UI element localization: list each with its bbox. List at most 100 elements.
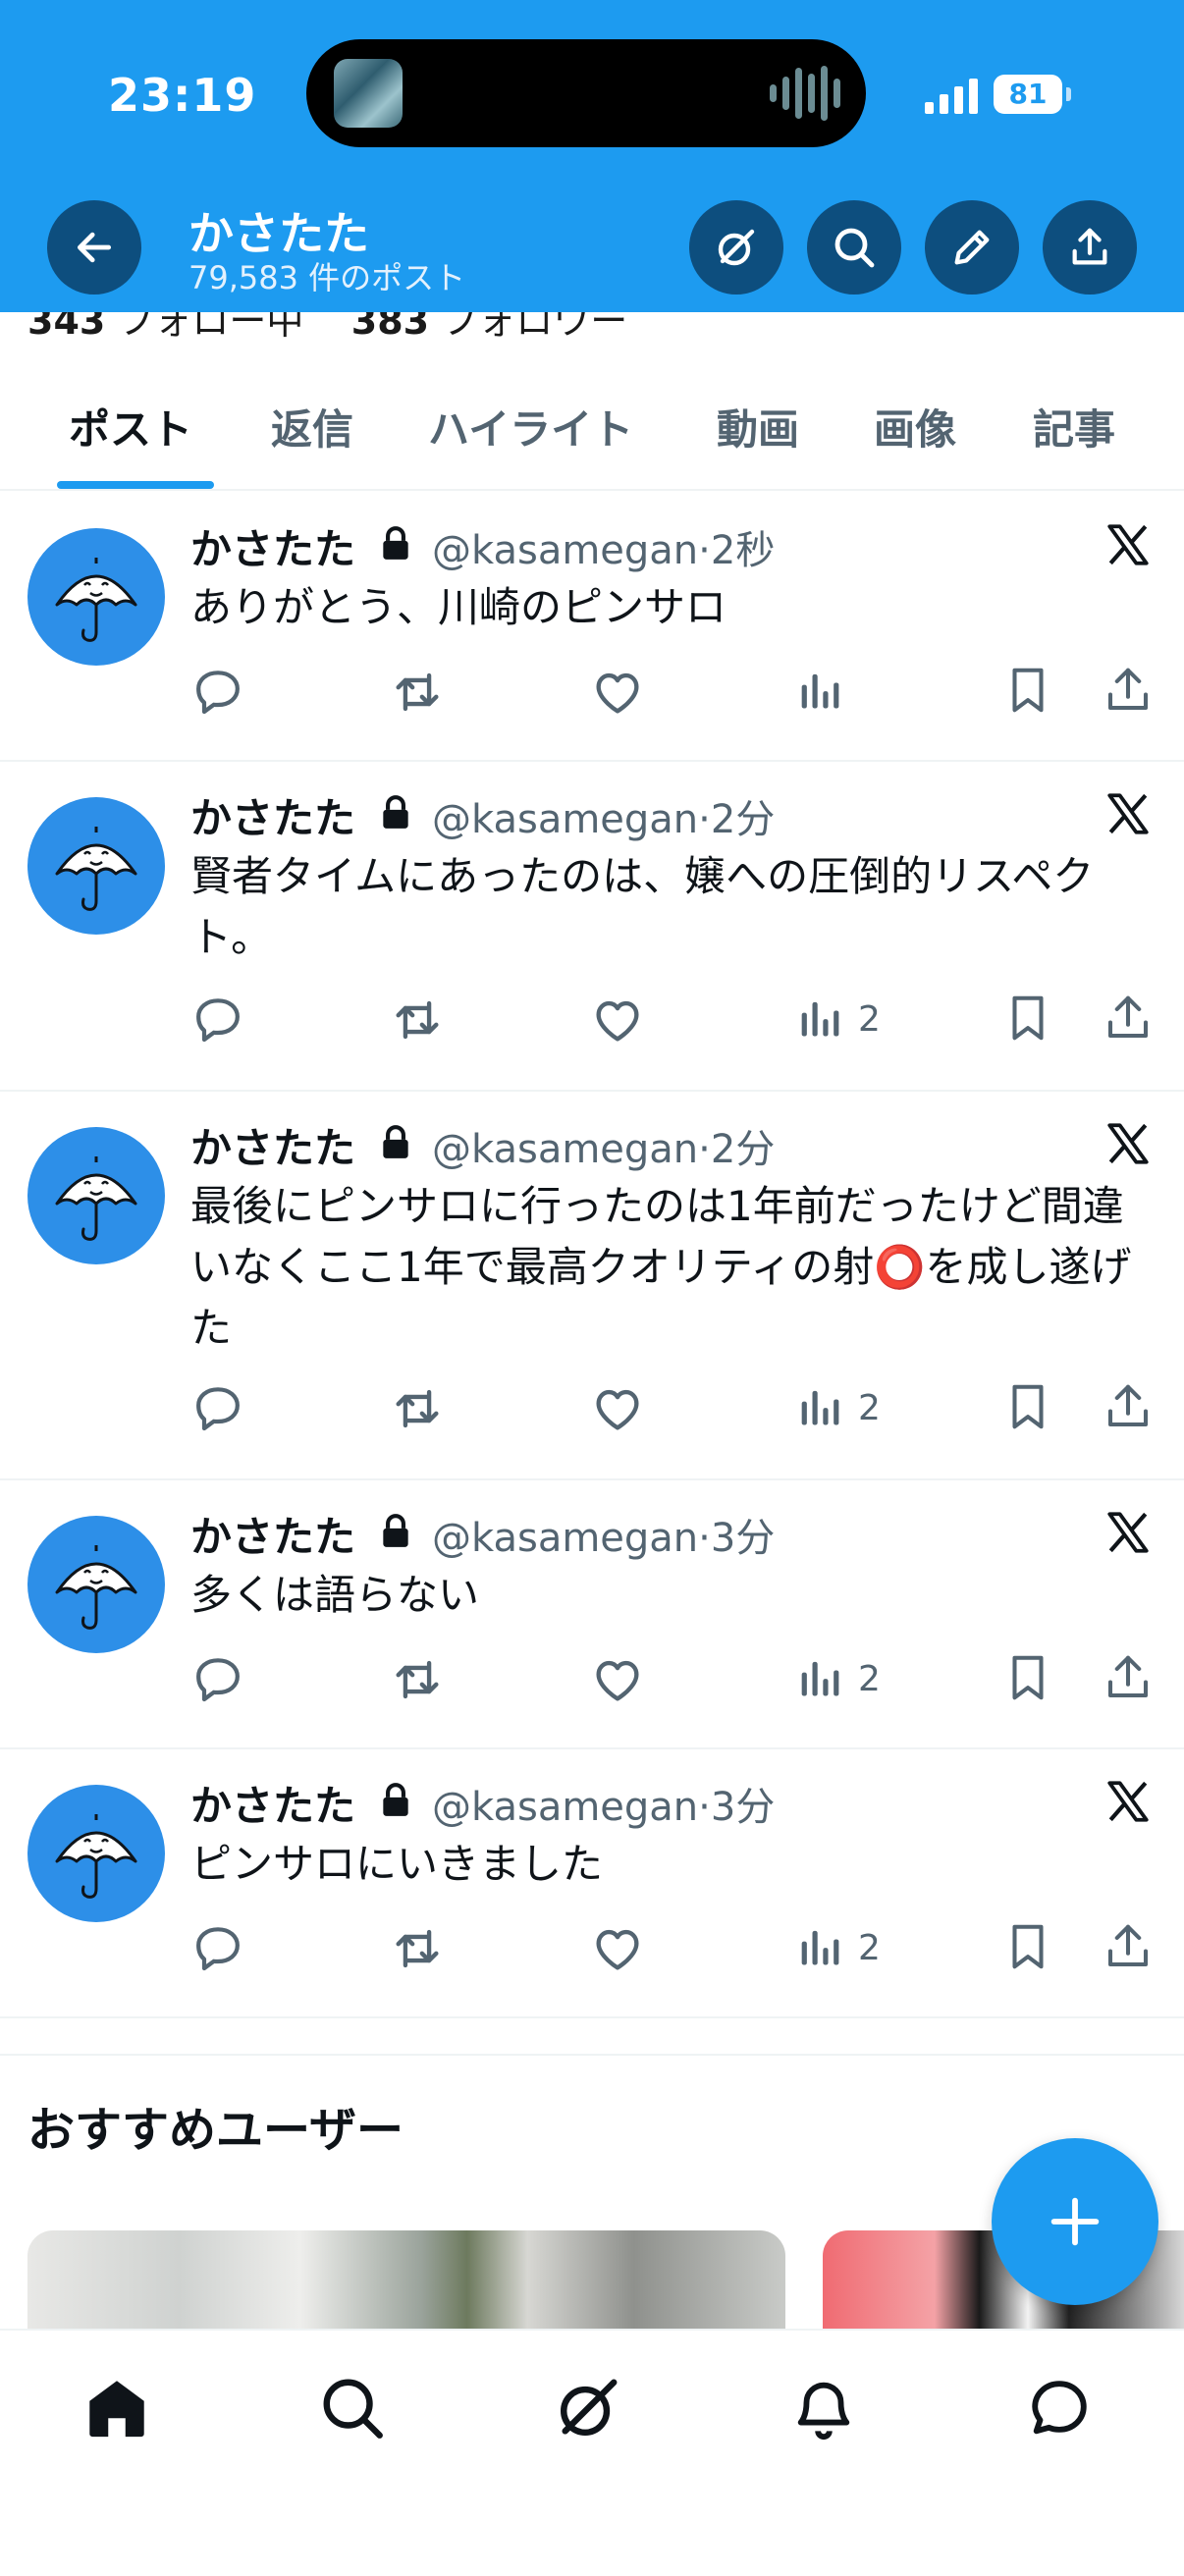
status-time: 23:19 (108, 69, 257, 122)
x-logo-icon[interactable] (1103, 1119, 1153, 1172)
grok-icon (718, 229, 755, 266)
repost-icon (389, 1920, 446, 1981)
views-count: 2 (858, 1658, 881, 1699)
post-item[interactable]: かさたた @kasamegan·3分 ピンサロにいきました 2 (0, 1747, 1184, 2018)
post-author-name[interactable]: かさたた (190, 1504, 355, 1564)
reply-button[interactable] (190, 1920, 245, 1979)
grok-button[interactable] (689, 200, 783, 295)
post-author-handle[interactable]: @kasamegan·3分 (432, 1775, 775, 1832)
post-item[interactable]: かさたた @kasamegan·2秒ありがとう、川崎のピンサロ (0, 491, 1184, 762)
back-arrow-icon (77, 232, 112, 263)
post-author-handle[interactable]: @kasamegan·3分 (432, 1506, 775, 1563)
share-button[interactable] (1102, 664, 1155, 721)
repost-button[interactable] (389, 992, 446, 1052)
bookmark-button[interactable] (1001, 1920, 1054, 1977)
post-author-name[interactable]: かさたた (190, 785, 355, 845)
nav-search[interactable] (318, 2374, 387, 2446)
x-logo-icon[interactable] (1103, 789, 1153, 842)
post-actions: 2 (190, 1651, 1162, 1710)
like-button[interactable] (589, 992, 646, 1052)
views-button[interactable]: 2 (793, 1380, 881, 1435)
share-icon (1072, 228, 1107, 265)
avatar[interactable] (27, 528, 165, 666)
avatar[interactable] (27, 1785, 165, 1922)
x-logo-icon[interactable] (1103, 1777, 1153, 1830)
share-icon (1102, 664, 1155, 721)
post-author-handle[interactable]: @kasamegan·2秒 (432, 518, 775, 575)
dynamic-island (306, 39, 866, 147)
grok-icon (561, 2379, 618, 2436)
post-author-name[interactable]: かさたた (190, 516, 355, 576)
notifications-icon (797, 2382, 850, 2441)
bookmark-icon (1001, 664, 1054, 721)
cellular-signal-icon (925, 77, 978, 114)
bookmark-icon (1001, 1920, 1054, 1977)
back-button[interactable] (47, 200, 141, 295)
post-author-name[interactable]: かさたた (190, 1115, 355, 1175)
like-button[interactable] (589, 1380, 646, 1441)
reply-icon (190, 1380, 245, 1439)
share-profile-button[interactable] (1043, 200, 1137, 295)
share-icon (1102, 1651, 1155, 1708)
repost-button[interactable] (389, 1920, 446, 1981)
post-author-name[interactable]: かさたた (190, 1773, 355, 1833)
share-icon (1102, 1380, 1155, 1437)
share-icon (1102, 992, 1155, 1048)
repost-button[interactable] (389, 1651, 446, 1712)
tab-replies[interactable]: 返信 (271, 397, 353, 456)
reply-button[interactable] (190, 664, 245, 723)
tab-posts[interactable]: ポスト (69, 397, 192, 456)
tab-images[interactable]: 画像 (874, 397, 956, 456)
bookmark-button[interactable] (1001, 1380, 1054, 1437)
reply-button[interactable] (190, 1651, 245, 1710)
tab-highlights[interactable]: ハイライト (428, 397, 633, 456)
views-button[interactable]: 2 (793, 1920, 881, 1975)
like-button[interactable] (589, 1651, 646, 1712)
compose-post-button[interactable] (992, 2138, 1158, 2305)
nav-home[interactable] (82, 2374, 151, 2446)
search-button[interactable] (807, 200, 901, 295)
bookmark-button[interactable] (1001, 992, 1054, 1048)
bottom-navigation (0, 2329, 1184, 2576)
reply-button[interactable] (190, 1380, 245, 1439)
nav-messages[interactable] (1025, 2374, 1094, 2446)
repost-button[interactable] (389, 1380, 446, 1441)
repost-button[interactable] (389, 664, 446, 724)
edit-button[interactable] (925, 200, 1019, 295)
search-icon (323, 2379, 383, 2439)
nav-notifications[interactable] (789, 2374, 858, 2446)
tab-videos[interactable]: 動画 (717, 397, 799, 456)
avatar[interactable] (27, 797, 165, 935)
views-icon (793, 664, 844, 719)
like-button[interactable] (589, 664, 646, 724)
avatar[interactable] (27, 1127, 165, 1264)
post-author-handle[interactable]: @kasamegan·2分 (432, 1117, 775, 1174)
views-icon (793, 1920, 844, 1975)
share-button[interactable] (1102, 1380, 1155, 1437)
post-item[interactable]: かさたた @kasamegan·3分 多くは語らない 2 (0, 1478, 1184, 1749)
messages-icon (1032, 2381, 1087, 2435)
avatar[interactable] (27, 1516, 165, 1653)
share-button[interactable] (1102, 1920, 1155, 1977)
post-author-handle[interactable]: @kasamegan·2分 (432, 787, 775, 844)
like-icon (589, 1920, 646, 1981)
views-button[interactable]: 2 (793, 1651, 881, 1706)
reply-icon (190, 992, 245, 1050)
reply-button[interactable] (190, 992, 245, 1050)
nav-grok[interactable] (554, 2374, 622, 2446)
views-button[interactable]: 2 (793, 992, 881, 1046)
post-item[interactable]: かさたた @kasamegan·2分 最後にピンサロに行ったのは1年前だったけど間違… (0, 1090, 1184, 1480)
post-item[interactable]: かさたた @kasamegan·2分 賢者タイムにあったのは、嬢への圧倒的リスペクト… (0, 760, 1184, 1092)
tab-articles[interactable]: 記事 (1033, 397, 1115, 456)
like-button[interactable] (589, 1920, 646, 1981)
share-button[interactable] (1102, 992, 1155, 1048)
x-logo-icon[interactable] (1103, 520, 1153, 573)
views-button[interactable] (793, 664, 858, 719)
x-logo-icon[interactable] (1103, 1508, 1153, 1561)
post-text: ありがとう、川崎のピンサロ (190, 583, 727, 631)
bookmark-button[interactable] (1001, 664, 1054, 721)
post-time: 3分 (710, 1785, 776, 1830)
bookmark-button[interactable] (1001, 1651, 1054, 1708)
share-button[interactable] (1102, 1651, 1155, 1708)
repost-icon (389, 1380, 446, 1441)
